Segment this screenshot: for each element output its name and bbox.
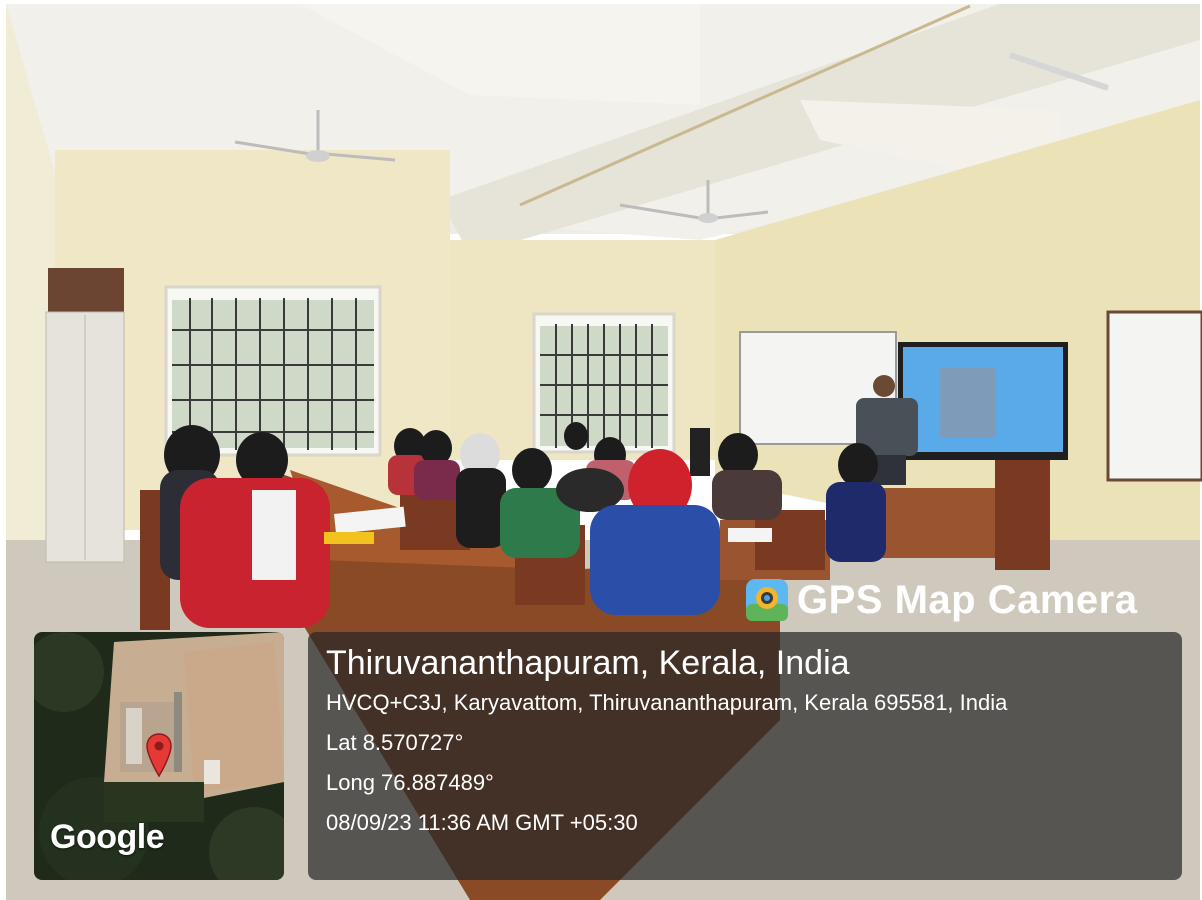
- datetime: 08/09/23 11:36 AM GMT +05:30: [326, 810, 638, 835]
- place-name: Thiruvananthapuram, Kerala, India: [326, 644, 850, 682]
- map-pin-icon: [146, 733, 172, 778]
- google-map-logo: Google: [50, 818, 165, 856]
- latitude: Lat 8.570727°: [326, 730, 464, 755]
- address: HVCQ+C3J, Karyavattom, Thiruvananthapura…: [326, 690, 1008, 715]
- app-title-bar: GPS Map Camera: [745, 568, 1185, 632]
- longitude: Long 76.887489°: [326, 770, 494, 795]
- gps-map-camera-app-icon: [746, 579, 788, 621]
- app-title: GPS Map Camera: [797, 577, 1138, 622]
